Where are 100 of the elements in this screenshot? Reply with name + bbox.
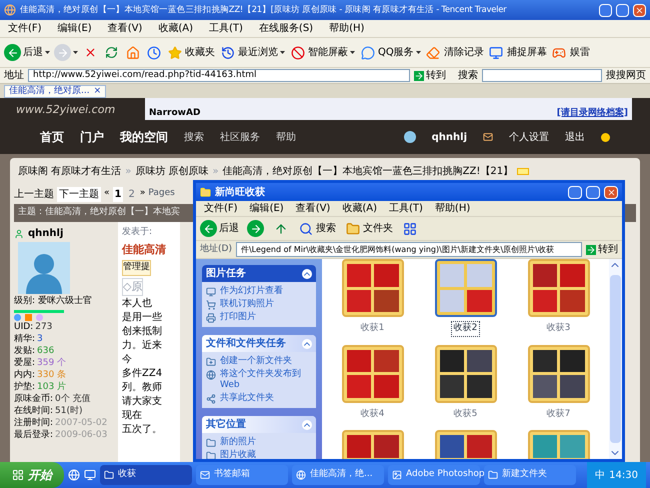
toolbar-button[interactable] <box>103 44 120 61</box>
task-link[interactable]: 创建一个新文件夹 <box>220 356 292 367</box>
folder-thumbnail[interactable] <box>434 344 496 402</box>
task-link[interactable]: 作为幻灯片查看 <box>220 286 283 297</box>
photo-placeholder <box>467 264 492 286</box>
toolbar-button[interactable]: 智能屏蔽 <box>289 44 355 61</box>
user-avatar <box>404 131 416 143</box>
file-name[interactable]: 收获2 <box>450 321 480 336</box>
folder-thumbnail[interactable] <box>528 344 590 402</box>
breadcrumb-link[interactable]: 原味坊 原创原味 <box>135 164 208 178</box>
task-link[interactable]: 联机订购照片 <box>220 299 274 310</box>
toolbar-button[interactable]: 娱雷 <box>550 44 590 61</box>
toolbar-button[interactable]: 文件夹 <box>344 220 393 237</box>
file-name[interactable]: 收获5 <box>450 406 480 422</box>
breadcrumb-link[interactable]: 原味阁 有原味才有生活 <box>18 164 122 178</box>
prev-topic-link[interactable]: 上一主题 <box>14 186 54 202</box>
page-link[interactable]: 1 <box>112 186 124 202</box>
nav-link[interactable]: 首页 <box>40 128 64 146</box>
taskbar-button[interactable]: 收获 <box>100 465 192 485</box>
toolbar-button[interactable]: QQ服务 <box>359 44 421 61</box>
nav-link[interactable]: 帮助 <box>276 130 296 144</box>
nav-link[interactable]: 搜索 <box>184 130 204 144</box>
menu-item[interactable]: 查看(V) <box>296 201 330 216</box>
windows-logo-icon <box>12 469 24 481</box>
menu-item[interactable]: 工具(T) <box>389 201 423 216</box>
go-button[interactable]: 转到 <box>586 242 618 257</box>
menu-item[interactable]: 工具(T) <box>209 21 243 36</box>
minimize-button[interactable] <box>599 4 612 16</box>
breadcrumb-link[interactable]: 佳能高清，绝对原创【一】本地宾馆一蓝色三排扣挑胸ZZ!【21】 <box>222 164 514 178</box>
folder-thumbnail[interactable] <box>342 259 404 317</box>
stat-label: 发贴: <box>14 346 36 356</box>
menu-item[interactable]: 收藏(A) <box>158 21 193 36</box>
taskbar-button[interactable]: 书签邮箱 <box>196 465 288 485</box>
folder-thumbnail[interactable] <box>434 259 496 317</box>
toolbar-button[interactable] <box>145 44 162 61</box>
file-name[interactable]: 收获1 <box>358 321 388 336</box>
toolbar-button[interactable]: 搜索 <box>297 220 336 237</box>
tab-close-button[interactable]: × <box>94 84 102 98</box>
task-link[interactable]: 打印图片 <box>220 312 256 323</box>
address-field[interactable]: 件\Legend of Mir\收藏夹\金世化肥网饰料(wang ying)\图片\新建文件夹\原创照片\收获 <box>236 242 582 257</box>
file-name[interactable]: 收获4 <box>358 406 388 422</box>
close-button[interactable] <box>604 186 618 198</box>
toolbar-button[interactable]: 最近浏览 <box>219 44 285 61</box>
taskbar-button[interactable]: 佳能高清，绝... <box>292 465 384 485</box>
toolbar-button[interactable]: 清除记录 <box>424 44 484 61</box>
page-link[interactable]: 2 <box>126 186 137 202</box>
maximize-button[interactable] <box>616 4 629 16</box>
quick-launch-icon[interactable] <box>68 469 80 481</box>
nav-link[interactable]: 我的空间 <box>120 128 168 146</box>
collapse-icon[interactable] <box>302 268 312 278</box>
task-link[interactable]: 图片收藏 <box>220 450 256 459</box>
nav-link[interactable]: 门户 <box>80 128 104 146</box>
author-name[interactable]: qhnhlj <box>28 226 64 241</box>
collapse-icon[interactable] <box>302 338 312 348</box>
maximize-button[interactable] <box>586 186 600 198</box>
scrollbar[interactable] <box>609 259 622 459</box>
browser-tab[interactable]: 佳能高清，绝对原... × <box>4 85 106 98</box>
menu-item[interactable]: 查看(V) <box>108 21 142 36</box>
file-name[interactable]: 收获7 <box>544 406 574 422</box>
back-icon <box>200 220 217 237</box>
toolbar-button[interactable] <box>247 220 264 237</box>
last-page-link[interactable]: » <box>140 187 146 201</box>
menu-item[interactable]: 文件(F) <box>204 201 238 216</box>
first-page-link[interactable]: « <box>104 187 110 201</box>
toolbar-button[interactable]: 后退 <box>200 220 239 237</box>
menu-item[interactable]: 帮助(H) <box>329 21 364 36</box>
avatar-placeholder <box>18 242 70 294</box>
toolbar-button[interactable]: 捕捉屏幕 <box>488 44 547 61</box>
close-button[interactable] <box>633 4 646 16</box>
menu-item[interactable]: 收藏(A) <box>342 201 377 216</box>
toolbar-button[interactable] <box>401 220 418 237</box>
go-button[interactable]: 转到 <box>414 68 446 83</box>
toolbar-button[interactable]: 收藏夹 <box>166 44 215 61</box>
nav-link[interactable]: 社区服务 <box>220 130 260 144</box>
quick-launch-icon[interactable] <box>84 469 96 481</box>
next-topic-link[interactable]: 下一主题 <box>57 186 101 202</box>
toolbar-button[interactable]: 后退 <box>4 44 50 61</box>
folder-thumbnail[interactable] <box>528 259 590 317</box>
menu-item[interactable]: 文件(F) <box>8 21 42 36</box>
search-field[interactable] <box>482 69 602 82</box>
ime-indicator[interactable]: 中 <box>595 468 606 482</box>
settings-link[interactable]: 个人设置 <box>509 130 549 144</box>
task-link[interactable]: 将这个文件夹发布到 Web <box>220 369 312 391</box>
address-field[interactable]: http://www.52yiwei.com/read.php?tid-44163.html <box>28 69 410 82</box>
task-link[interactable]: 新的照片 <box>220 437 256 448</box>
toolbar-button[interactable] <box>124 44 141 61</box>
menu-item[interactable]: 帮助(H) <box>434 201 470 216</box>
taskbar-button[interactable]: 新建文件夹 <box>484 465 576 485</box>
menu-item[interactable]: 在线服务(S) <box>258 21 314 36</box>
menu-item[interactable]: 编辑(E) <box>250 201 284 216</box>
logout-link[interactable]: 退出 <box>565 130 585 144</box>
ad-link[interactable]: [请目录网络档案] <box>556 106 628 120</box>
task-link[interactable]: 共享此文件夹 <box>220 393 274 404</box>
menu-item[interactable]: 编辑(E) <box>58 21 92 36</box>
collapse-icon[interactable] <box>302 420 312 430</box>
file-name[interactable]: 收获3 <box>544 321 574 336</box>
username-link[interactable]: qhnhlj <box>432 130 467 144</box>
search-engine-button[interactable]: 搜搜网页 <box>606 68 646 83</box>
minimize-button[interactable] <box>568 186 582 198</box>
folder-thumbnail[interactable] <box>342 344 404 402</box>
